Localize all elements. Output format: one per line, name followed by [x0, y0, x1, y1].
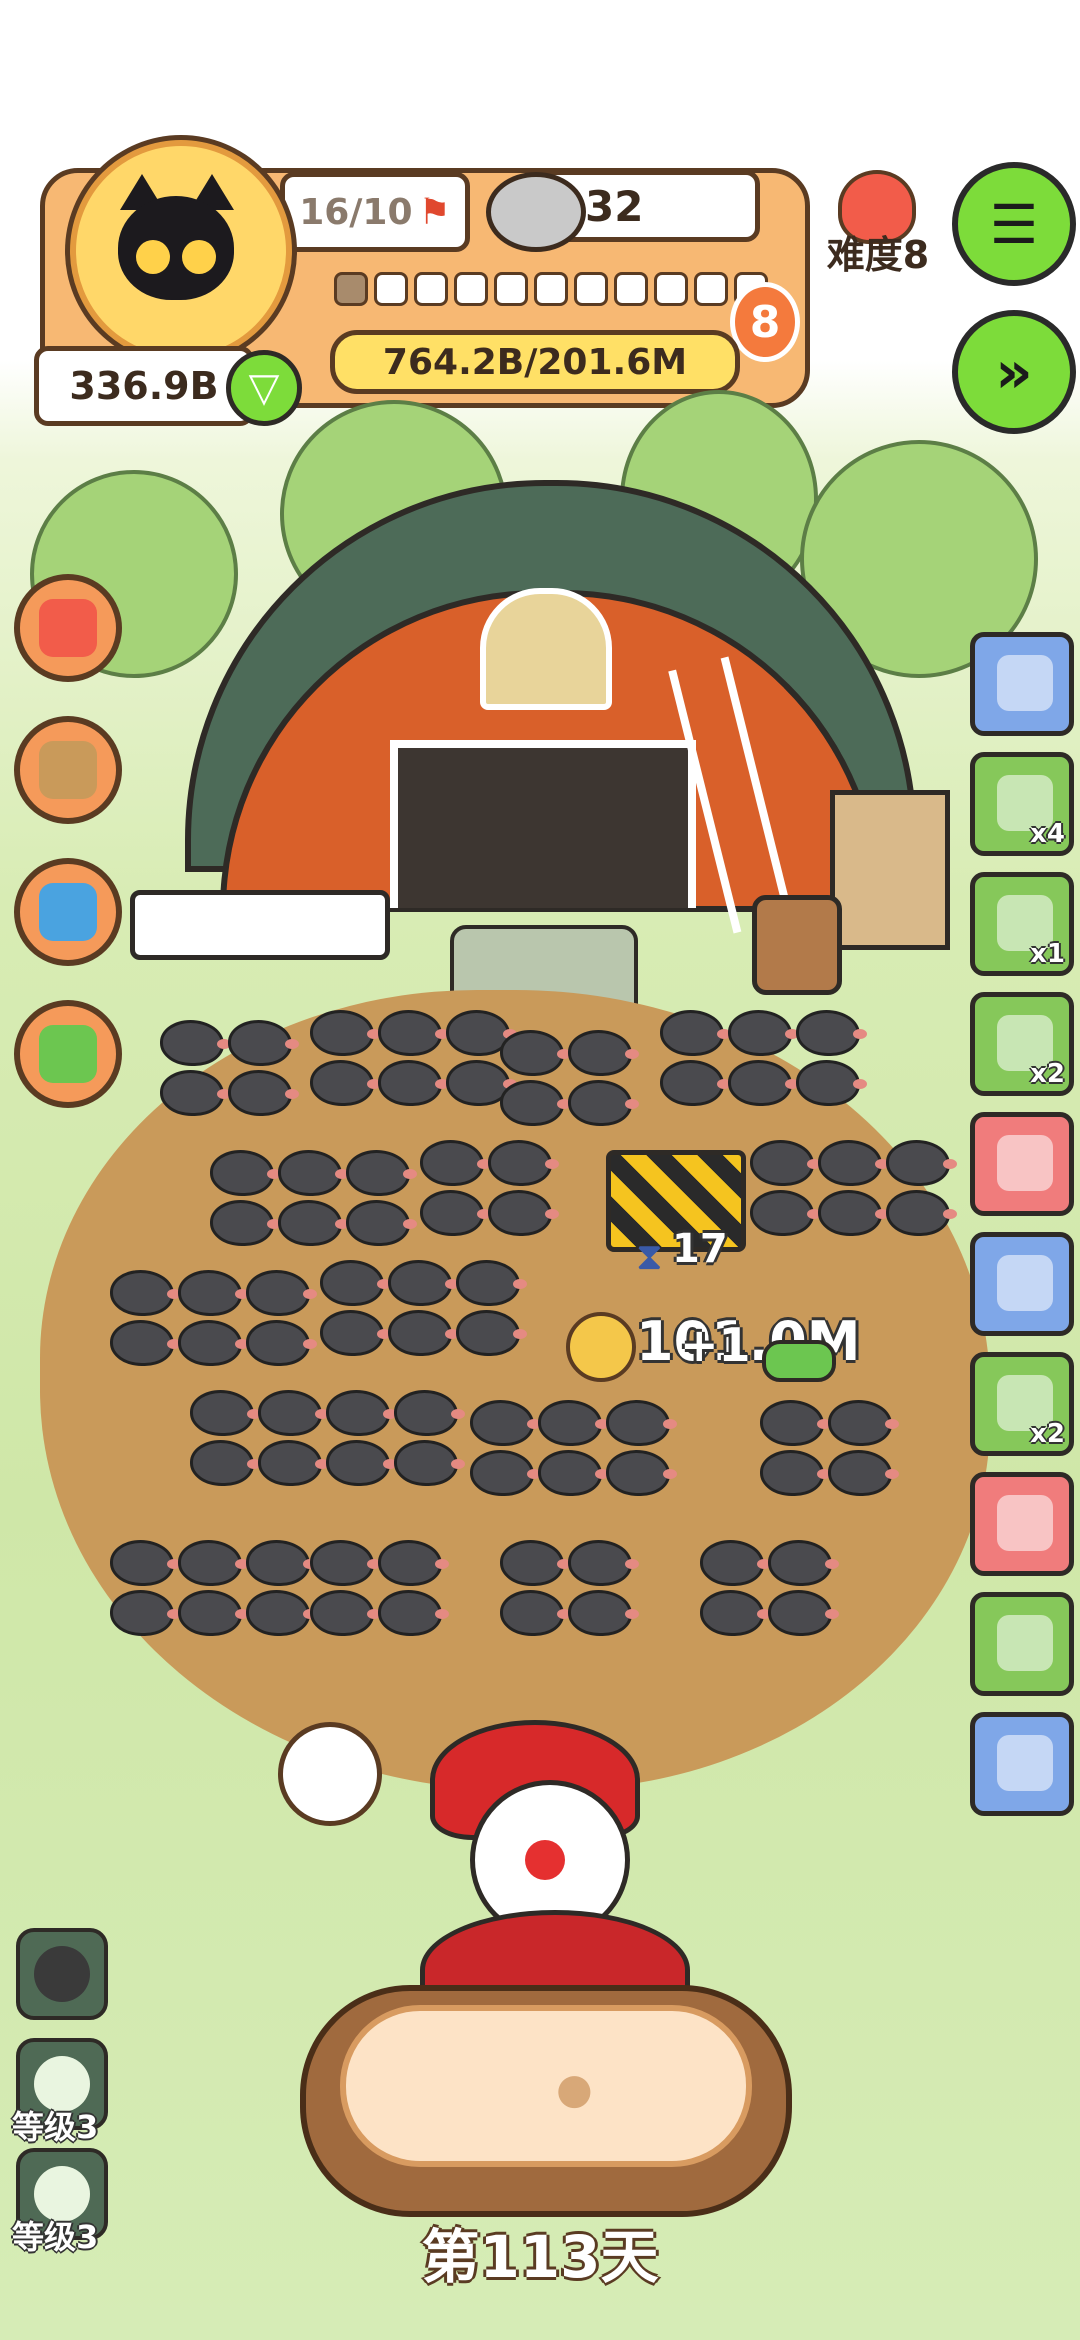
mole-group-15[interactable] [500, 1540, 650, 1636]
mole-group-10[interactable] [190, 1390, 470, 1486]
heart-chevron-icon[interactable]: ▽ [226, 350, 302, 426]
apple-crates [830, 790, 950, 950]
character-icon [39, 599, 97, 657]
card-payment-card[interactable] [970, 1592, 1074, 1696]
mole-group-13[interactable] [110, 1540, 320, 1636]
item-count-badge: x2 [1030, 1419, 1065, 1449]
mole-group-2[interactable] [310, 1010, 520, 1106]
jester-cat-character[interactable] [360, 1720, 740, 2030]
food-bowl-icon [486, 172, 586, 252]
mole-group-9[interactable] [320, 1260, 530, 1356]
mole-group-16[interactable] [700, 1540, 850, 1636]
action-button[interactable] [340, 2005, 752, 2167]
skill-level-label: 等级3 [12, 2108, 99, 2146]
mole-group-1[interactable] [160, 1020, 310, 1116]
level-count: 16/10 [299, 191, 413, 233]
progress-cell [574, 272, 608, 306]
progress-cell [614, 272, 648, 306]
paw-coin-icon [566, 1312, 636, 1382]
coin-counter: 32 [585, 181, 644, 231]
medkit-button[interactable] [14, 1000, 122, 1108]
robot-mouse-card[interactable] [970, 1712, 1074, 1816]
paw-print-icon: ● [556, 2064, 593, 2113]
item-count-badge: x1 [1030, 939, 1065, 969]
bell-button[interactable] [14, 858, 122, 966]
barrel [752, 895, 842, 995]
level-count-box: 16/10 ⚑ [280, 172, 470, 252]
barricade-timer: 17 [672, 1226, 728, 1272]
skill-level-label: 等级3 [12, 2218, 99, 2256]
mole-group-5[interactable] [210, 1150, 420, 1246]
progress-cell [494, 272, 528, 306]
level-badge: 8 [730, 282, 800, 362]
day-counter: 第113天 [421, 2223, 659, 2291]
mole-group-14[interactable] [310, 1540, 460, 1636]
carrot-planter [130, 890, 390, 960]
skill-slot-3[interactable]: 等级3 [12, 2148, 108, 2256]
mole-group-4[interactable] [660, 1010, 870, 1106]
medkit-icon [39, 1025, 97, 1083]
green-blob-card[interactable] [970, 1472, 1074, 1576]
flag-icon: ⚑ [418, 191, 451, 233]
progress-cell [654, 272, 688, 306]
wings-card[interactable] [970, 632, 1074, 736]
skill-icon [16, 1928, 108, 2020]
lollipop-card[interactable]: x2 [970, 992, 1074, 1096]
skill-column: 等级3 等级3 [12, 1928, 108, 2256]
green-blob-icon [997, 1495, 1053, 1551]
progress-cells [334, 272, 768, 306]
skill-slot-2[interactable]: 等级3 [12, 2038, 108, 2146]
resource-progress-text: 764.2B/201.6M [382, 341, 688, 383]
card-payment-icon [997, 1615, 1053, 1671]
box-icon [39, 741, 97, 799]
item-count-badge: x2 [1030, 1059, 1065, 1089]
mole-group-6[interactable] [420, 1140, 570, 1236]
mole-group-11[interactable] [470, 1400, 680, 1496]
worm-card[interactable]: x2 [970, 1352, 1074, 1456]
green-slipper-icon [762, 1340, 836, 1382]
mole-group-12[interactable] [760, 1400, 910, 1496]
brush-card[interactable]: x1 [970, 872, 1074, 976]
mole-group-3[interactable] [500, 1030, 650, 1126]
potion-bottle-card[interactable]: x4 [970, 752, 1074, 856]
resource-progress-bar: 764.2B/201.6M [330, 330, 740, 394]
left-button-column [14, 574, 122, 1108]
progress-cell [454, 272, 488, 306]
progress-cell [414, 272, 448, 306]
item-count-badge: x4 [1030, 819, 1065, 849]
balance-value: 336.9B [69, 364, 219, 408]
floating-plus: +1 [680, 1318, 751, 1372]
bell-icon [39, 883, 97, 941]
difficulty-label: 难度8 [826, 233, 930, 277]
level-number: 8 [749, 296, 781, 348]
cloud-creature-card[interactable] [970, 1112, 1074, 1216]
hourglass-icon: ⧗ [636, 1234, 663, 1278]
fast-forward-button[interactable]: » [952, 310, 1076, 434]
character-button[interactable] [14, 574, 122, 682]
progress-cell [694, 272, 728, 306]
device-icon [997, 1255, 1053, 1311]
black-cat-icon [118, 174, 234, 300]
wings-icon [997, 655, 1053, 711]
item-card-column: x4 x1 x2 x2 [970, 632, 1074, 1816]
robot-mouse-icon [997, 1735, 1053, 1791]
mole-group-8[interactable] [110, 1270, 320, 1366]
progress-cell [534, 272, 568, 306]
barn-window [480, 588, 612, 710]
barn-door [390, 740, 696, 908]
device-card[interactable] [970, 1232, 1074, 1336]
menu-button[interactable]: ☰ [952, 162, 1076, 286]
progress-cell [334, 272, 368, 306]
cloud-creature-icon [997, 1135, 1053, 1191]
box-button[interactable] [14, 716, 122, 824]
progress-cell [374, 272, 408, 306]
mole-group-7[interactable] [750, 1140, 960, 1236]
skill-slot-1[interactable] [16, 1928, 108, 2032]
balance-box: 336.9B [34, 346, 254, 426]
